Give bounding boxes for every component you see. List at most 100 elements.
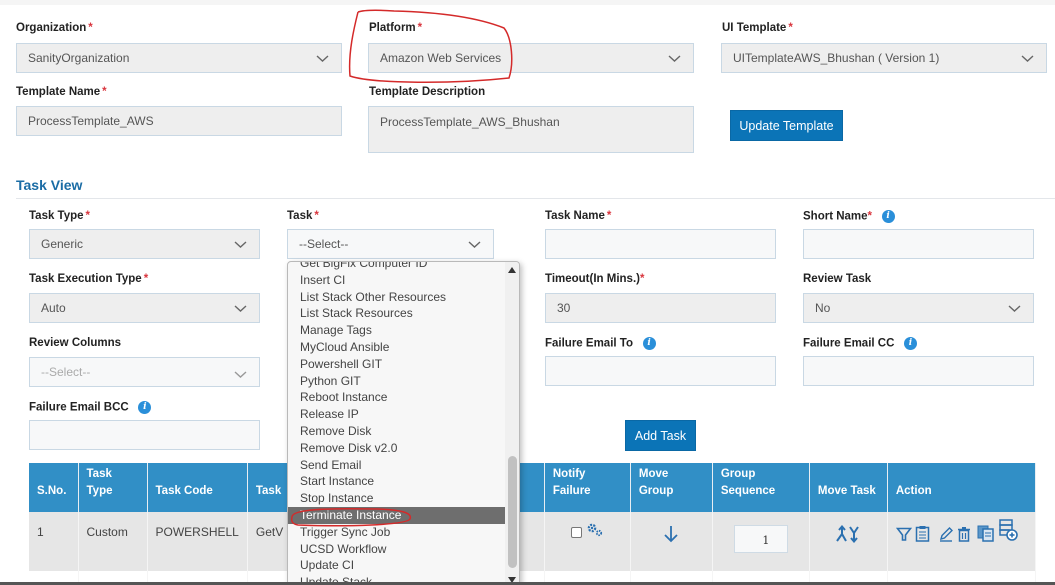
add-database-icon[interactable] — [998, 518, 1018, 541]
cell-task-type: Custom — [78, 512, 148, 571]
cell-group-sequence: 1 — [712, 512, 810, 571]
task-type-value: Generic — [41, 237, 84, 251]
task-dropdown-list[interactable]: Get BigFix Computer ID Insert CI List Stac… — [287, 261, 520, 585]
failure-email-bcc-input[interactable] — [29, 420, 260, 450]
review-columns-select[interactable]: --Select-- — [29, 357, 260, 387]
organization-label: Organization * — [16, 22, 93, 34]
info-icon[interactable]: i — [903, 337, 917, 350]
move-task-arrows-icon[interactable] — [835, 525, 861, 543]
cell-notify-failure — [544, 512, 631, 571]
header-move-group: Move Group — [630, 463, 713, 512]
task-option[interactable]: Send Email — [288, 457, 507, 474]
task-option[interactable]: Remove Disk v2.0 — [288, 440, 507, 457]
template-description-value: ProcessTemplate_AWS_Bhushan — [380, 115, 560, 129]
cell-action — [887, 512, 1036, 571]
task-label: Task * — [287, 210, 319, 222]
template-description-label: Template Description — [369, 86, 486, 98]
platform-select[interactable]: Amazon Web Services — [368, 43, 694, 73]
notify-failure-checkbox[interactable] — [571, 527, 583, 539]
template-name-value: ProcessTemplate_AWS — [28, 114, 154, 128]
ui-template-value: UITemplateAWS_Bhushan ( Version 1) — [733, 51, 940, 65]
template-description-textarea[interactable]: ProcessTemplate_AWS_Bhushan — [368, 106, 694, 153]
failure-email-cc-input[interactable] — [803, 356, 1034, 386]
short-name-input[interactable] — [803, 229, 1034, 259]
info-icon[interactable]: i — [881, 210, 895, 223]
task-option[interactable]: Stop Instance — [288, 490, 507, 507]
header-task-type: Task Type — [78, 463, 148, 512]
add-task-button[interactable]: Add Task — [625, 420, 696, 451]
review-task-select[interactable]: No — [803, 293, 1034, 323]
task-table: S.No. Task Type Task Code Task Notify Fa… — [29, 463, 1036, 585]
task-options: Get BigFix Computer ID Insert CI List Stac… — [288, 262, 507, 584]
task-option[interactable]: Terminate Instance — [288, 506, 507, 524]
chevron-down-icon — [668, 55, 681, 62]
task-option[interactable]: List Stack Other Resources — [288, 289, 507, 306]
task-option[interactable]: MyCloud Ansible — [288, 339, 507, 356]
template-name-input[interactable]: ProcessTemplate_AWS — [16, 106, 342, 136]
organization-select[interactable]: SanityOrganization — [16, 43, 342, 73]
task-name-label: Task Name * — [545, 210, 612, 222]
table-row: 1 Custom POWERSHELL GetV 1 — [29, 512, 1036, 571]
cell-move-task — [809, 512, 888, 571]
platform-label: Platform * — [369, 22, 423, 34]
review-task-label: Review Task — [803, 273, 872, 285]
task-option[interactable]: UCSD Workflow — [288, 541, 507, 558]
task-option[interactable]: Remove Disk — [288, 423, 507, 440]
task-name-input[interactable] — [545, 229, 776, 259]
dropdown-scrollbar[interactable] — [505, 262, 519, 584]
header-task-code: Task Code — [147, 463, 248, 512]
cell-task-code: POWERSHELL — [147, 512, 248, 571]
task-type-select[interactable]: Generic — [29, 229, 260, 259]
task-option[interactable]: Reboot Instance — [288, 389, 507, 406]
scrollbar-thumb[interactable] — [508, 456, 517, 568]
info-icon[interactable]: i — [642, 337, 656, 350]
header-notify-failure: Notify Failure — [544, 463, 631, 512]
group-sequence-input[interactable]: 1 — [733, 525, 788, 553]
cell-move-group — [630, 512, 713, 571]
failure-email-to-label: Failure Email To i — [545, 337, 656, 350]
arrow-down-icon[interactable] — [663, 525, 679, 543]
task-option[interactable]: List Stack Resources — [288, 305, 507, 322]
task-option[interactable]: Release IP — [288, 406, 507, 423]
chevron-down-icon — [316, 55, 329, 62]
task-option[interactable]: Insert CI — [288, 272, 507, 289]
gears-icon[interactable] — [586, 523, 604, 537]
chevron-down-icon — [234, 305, 247, 312]
edit-pencil-icon[interactable] — [938, 526, 954, 542]
task-option[interactable]: Python GIT — [288, 373, 507, 390]
copy-icon[interactable] — [977, 525, 995, 542]
task-execution-type-value: Auto — [41, 301, 66, 315]
task-option[interactable]: Manage Tags — [288, 322, 507, 339]
info-icon[interactable]: i — [138, 401, 152, 414]
organization-value: SanityOrganization — [28, 51, 130, 65]
chevron-down-icon — [234, 371, 247, 378]
task-type-label: Task Type * — [29, 210, 91, 222]
scroll-up-icon[interactable] — [508, 267, 516, 273]
task-option[interactable]: Start Instance — [288, 473, 507, 490]
task-view-title: Task View — [16, 177, 83, 193]
review-columns-value: --Select-- — [41, 365, 91, 379]
task-option[interactable]: Trigger Sync Job — [288, 524, 507, 541]
ui-template-label: UI Template * — [722, 22, 793, 34]
chevron-down-icon — [1008, 305, 1021, 312]
task-execution-type-label: Task Execution Type * — [29, 273, 149, 285]
task-option[interactable]: Powershell GIT — [288, 356, 507, 373]
task-option[interactable]: Get BigFix Computer ID — [288, 262, 507, 272]
template-name-label: Template Name * — [16, 86, 107, 98]
timeout-label: Timeout(In Mins.)* — [545, 273, 645, 285]
filter-icon[interactable] — [895, 526, 912, 542]
table-header-row: S.No. Task Type Task Code Task Notify Fa… — [29, 463, 1036, 512]
chevron-down-icon — [468, 241, 481, 248]
task-execution-type-select[interactable]: Auto — [29, 293, 260, 323]
timeout-input[interactable]: 30 — [545, 293, 776, 323]
update-template-button[interactable]: Update Template — [730, 110, 843, 141]
failure-email-cc-label: Failure Email CC i — [803, 337, 917, 350]
review-columns-label: Review Columns — [29, 337, 122, 349]
task-select[interactable]: --Select-- — [287, 229, 494, 259]
ui-template-select[interactable]: UITemplateAWS_Bhushan ( Version 1) — [721, 43, 1047, 73]
clipboard-list-icon[interactable] — [915, 525, 930, 542]
chevron-down-icon — [1021, 55, 1034, 62]
trash-icon[interactable] — [957, 526, 971, 542]
task-option[interactable]: Update CI — [288, 557, 507, 574]
failure-email-to-input[interactable] — [545, 356, 776, 386]
